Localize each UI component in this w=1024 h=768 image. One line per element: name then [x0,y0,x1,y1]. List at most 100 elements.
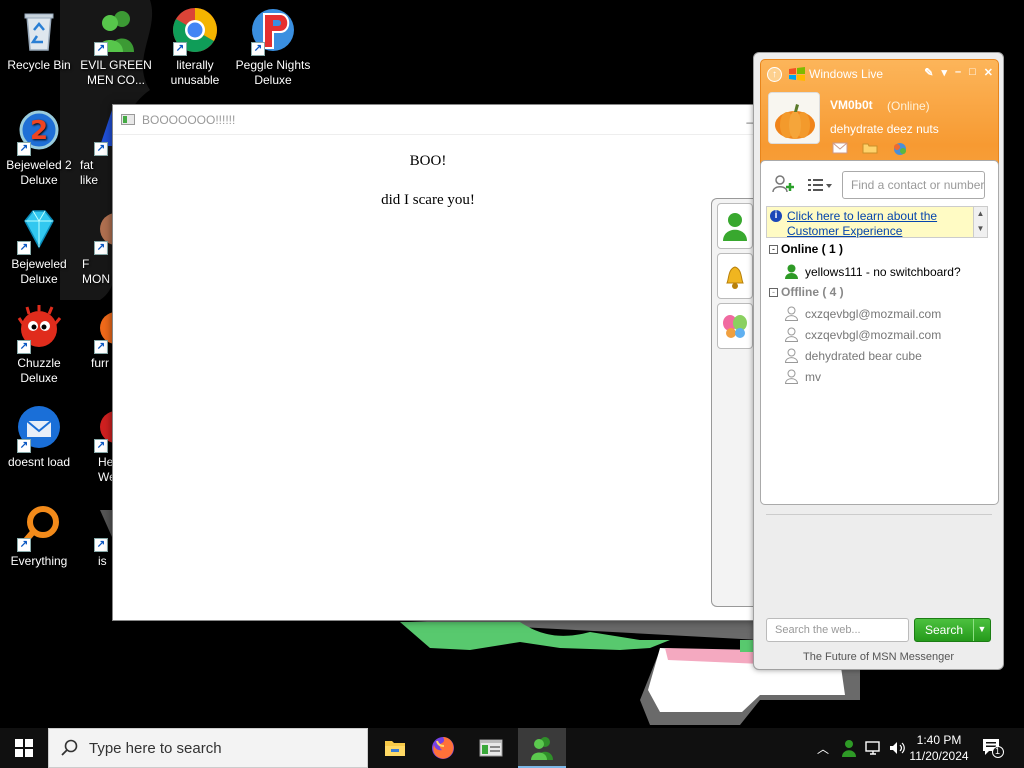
info-scrollbar[interactable]: ▲ ▼ [973,207,987,237]
windows-flag-icon [789,67,805,81]
scroll-up-icon[interactable]: ▲ [974,207,987,222]
shortcut-arrow-icon: ↗ [94,142,108,156]
search-icon [61,739,78,756]
magnifier-icon: ↗ [15,502,63,552]
desktop-icon-furr[interactable]: ↗ furr [78,304,114,371]
desktop-icon-everything[interactable]: ↗ Everything [1,502,77,569]
peggle-icon: ↗ [249,6,297,56]
back-arrow-icon[interactable]: ↑ [767,66,782,82]
messenger-footer: The Future of MSN Messenger [802,651,954,663]
clock-time: 1:40 PM [916,733,962,747]
app-icon: ↗ [92,106,114,156]
tab-contacts[interactable] [717,203,753,249]
info-banner: i Click here to learn about the Customer… [766,206,988,238]
boo-window-titlebar[interactable]: BOOOOOOO!!!!!! – [113,105,761,135]
app-icon: ↗ [92,403,114,453]
contact-item[interactable]: cxzqevbgl@mozmail.com [784,306,941,321]
taskbar-file-explorer[interactable] [371,728,419,768]
desktop-icon-chrome[interactable]: ↗ literally unusable [157,6,233,88]
desktop-icon-bejeweled-2[interactable]: 2 ↗ Bejeweled 2 Deluxe [1,106,77,188]
collapse-icon[interactable]: - [769,244,778,254]
contact-item[interactable]: yellows111 - no switchboard? [784,264,961,279]
boo-window[interactable]: BOOOOOOO!!!!!! – BOO! did I scare you! [112,104,762,621]
minimize-icon[interactable]: – [746,115,753,129]
diamond-gem-icon: ↗ [15,205,63,255]
desktop-icon-he-we[interactable]: ↗ He We [78,403,114,485]
tab-alerts[interactable] [717,253,753,299]
taskbar-messenger[interactable] [518,728,566,768]
search-button[interactable]: Search ▼ [914,618,991,642]
mail-icon[interactable] [832,142,848,154]
desktop-icon-fat-like[interactable]: ↗ fat like [78,106,114,188]
personal-message[interactable]: dehydrate deez nuts [830,122,939,136]
notification-icon [983,739,1004,758]
msn-buddy-icon [531,737,553,760]
pumpkin-avatar-icon [769,93,819,143]
web-search-input[interactable]: Search the web... [766,618,909,642]
desktop-icon-recycle-bin[interactable]: Recycle Bin [1,6,77,73]
contact-item[interactable]: dehydrated bear cube [784,348,922,363]
desktop-icon-mon[interactable]: ↗ F MON [78,205,114,287]
scroll-down-icon[interactable]: ▼ [974,222,987,237]
messenger-window[interactable]: ↑ Windows Live ✎ ▾ – □ ✕ VM0b0t (Online)… [753,52,1004,670]
desktop-icon-label: furr [91,356,109,370]
shortcut-arrow-icon: ↗ [251,42,265,56]
messenger-side-tabs [711,198,755,607]
search-dropdown-icon[interactable]: ▼ [973,619,990,641]
shortcut-arrow-icon: ↗ [17,439,31,453]
offline-buddy-icon [784,369,799,384]
start-button[interactable] [0,728,48,768]
taskbar-search-placeholder: Type here to search [89,739,222,757]
clock[interactable]: 1:40 PM 11/20/2024 [904,732,974,764]
minimize-icon[interactable]: – [955,66,961,79]
spaces-icon[interactable] [892,142,908,155]
chevron-up-icon[interactable]: ︿ [814,740,832,757]
desktop-icon-thunderbird[interactable]: ↗ doesnt load [1,403,77,470]
desktop-icon-label: Recycle Bin [7,58,71,72]
desktop-icon-is[interactable]: ↗ is [78,502,114,569]
taskbar-search[interactable]: Type here to search [48,728,368,768]
desktop-icon-bejeweled[interactable]: ↗ Bejeweled Deluxe [1,205,77,287]
app-icon: ↗ [92,502,114,552]
desktop-icon-label: Chuzzle Deluxe [17,356,61,385]
contact-item[interactable]: mv [784,369,821,384]
boo-message: did I scare you! [381,192,475,208]
shortcut-arrow-icon: ↗ [17,340,31,354]
window-icon [121,114,135,125]
contact-name: dehydrated bear cube [805,348,922,363]
chuzzle-icon: ↗ [15,304,63,354]
desktop-icon-label: Peggle Nights Deluxe [235,58,311,87]
network-icon[interactable] [864,740,882,756]
divider [766,514,992,515]
customize-icon[interactable]: ✎ [924,66,933,79]
taskbar-boo-app[interactable] [467,728,515,768]
desktop-icon-chuzzle[interactable]: ↗ Chuzzle Deluxe [1,304,77,386]
display-name[interactable]: VM0b0t [830,98,873,112]
close-icon[interactable]: ✕ [984,66,993,79]
taskbar-firefox[interactable] [419,728,467,768]
group-offline[interactable]: - Offline ( 4 ) [769,285,844,299]
collapse-icon[interactable]: - [769,287,778,297]
offline-buddy-icon [784,306,799,321]
maximize-icon[interactable]: □ [969,66,976,79]
info-icon: i [770,210,782,222]
desktop-icon-evil-green-men[interactable]: ↗ EVIL GREEN MEN CO... [78,6,154,88]
clock-date: 11/20/2024 [909,749,969,763]
tab-fun[interactable] [717,303,753,349]
shortcut-arrow-icon: ↗ [94,241,108,255]
windows-logo-icon [15,739,33,757]
group-online[interactable]: - Online ( 1 ) [769,242,843,256]
thunderbird-icon: ↗ [15,403,63,453]
add-contact-icon[interactable] [771,175,795,193]
msn-tray-icon[interactable] [840,739,858,757]
contact-item[interactable]: cxzqevbgl@mozmail.com [784,327,941,342]
notification-center-button[interactable]: 1 [982,738,1004,758]
menu-dropdown-icon[interactable]: ▾ [941,66,947,79]
desktop-icon-peggle[interactable]: ↗ Peggle Nights Deluxe [235,6,311,88]
customer-experience-link[interactable]: Click here to learn about the Customer E… [787,209,965,239]
status-badge[interactable]: (Online) [887,99,930,113]
find-contact-input[interactable]: Find a contact or number [842,171,985,199]
avatar[interactable] [768,92,820,144]
list-options-icon[interactable] [807,177,833,193]
folder-icon[interactable] [862,142,878,154]
